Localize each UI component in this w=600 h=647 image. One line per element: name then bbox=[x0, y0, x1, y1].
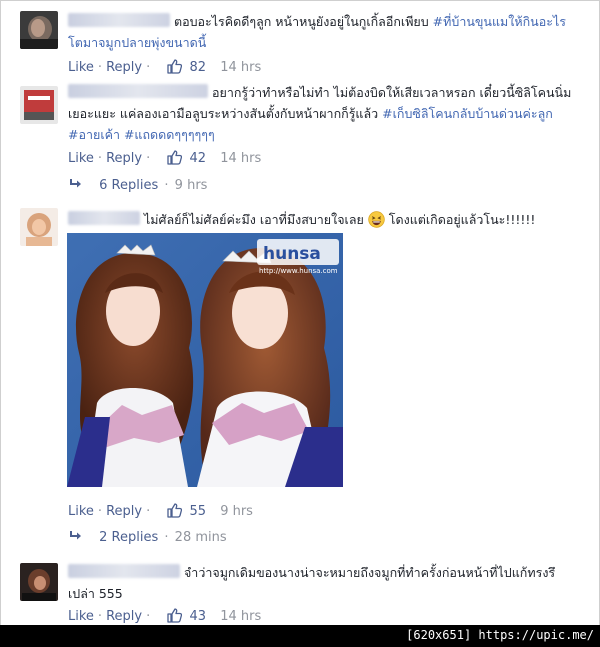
replies-time: 9 hrs bbox=[174, 178, 208, 193]
author-name[interactable] bbox=[68, 13, 170, 27]
comments-panel: ตอบอะไรคิดดีๆลูก หน้าหนูยังอยู่ในกูเกิ้ล… bbox=[0, 0, 600, 627]
thumbs-up-icon[interactable] bbox=[166, 149, 183, 165]
photo-logo: hunsa bbox=[263, 244, 321, 264]
replies-count[interactable]: 6 Replies bbox=[99, 178, 158, 193]
author-name[interactable] bbox=[68, 211, 140, 225]
comment-body: อยากรู้ว่าทำหรือไม่ทำ ไม่ต้องบิดให้เสียเ… bbox=[68, 82, 578, 145]
like-link[interactable]: Like bbox=[68, 151, 94, 166]
image-host-footer: [620x651] https://upic.me/ bbox=[0, 625, 600, 647]
reply-link[interactable]: Reply bbox=[106, 60, 142, 75]
reply-link[interactable]: Reply bbox=[106, 609, 142, 624]
replies-time: 28 mins bbox=[174, 530, 227, 545]
comment-text-after: โดงแต่เกิดอยู่แล้วโนะ!!!!!! bbox=[384, 212, 536, 227]
reply-link[interactable]: Reply bbox=[106, 151, 142, 166]
replies-count[interactable]: 2 Replies bbox=[99, 530, 158, 545]
reply-arrow-icon bbox=[70, 531, 81, 540]
like-link[interactable]: Like bbox=[68, 60, 94, 75]
comment-actions: Like · Reply · 55 9 hrs bbox=[68, 502, 253, 519]
thumbs-up-icon[interactable] bbox=[166, 607, 183, 623]
hunsa-logo: hunsa http://www.hunsa.com bbox=[257, 239, 339, 275]
like-link[interactable]: Like bbox=[68, 504, 94, 519]
avatar[interactable] bbox=[20, 86, 58, 124]
like-count: 55 bbox=[189, 504, 207, 519]
like-count: 43 bbox=[189, 609, 207, 624]
reply-link[interactable]: Reply bbox=[106, 504, 142, 519]
reply-arrow-icon bbox=[70, 179, 81, 188]
grinning-squint-face-icon bbox=[368, 211, 385, 228]
timestamp[interactable]: 14 hrs bbox=[220, 609, 261, 624]
avatar[interactable] bbox=[20, 563, 58, 601]
like-count: 82 bbox=[189, 60, 207, 75]
footer-caption: [620x651] https://upic.me/ bbox=[406, 628, 594, 642]
timestamp[interactable]: 9 hrs bbox=[220, 504, 253, 519]
author-name[interactable] bbox=[68, 564, 180, 578]
thumbs-up-icon[interactable] bbox=[166, 58, 183, 74]
comment-body: จำว่าจมูกเดิมของนางน่าจะหมายถึงจมูกที่ทำ… bbox=[68, 562, 578, 604]
like-count: 42 bbox=[189, 151, 207, 166]
photo-url: http://www.hunsa.com bbox=[259, 267, 338, 275]
avatar[interactable] bbox=[20, 11, 58, 49]
comment-actions: Like · Reply · 43 14 hrs bbox=[68, 607, 262, 624]
comment-body: ตอบอะไรคิดดีๆลูก หน้าหนูยังอยู่ในกูเกิ้ล… bbox=[68, 11, 578, 53]
comment-actions: Like · Reply · 42 14 hrs bbox=[68, 149, 262, 166]
comment-text: ไม่ศัลย์ก็ไม่ศัลย์ค่ะมึง เอาที่มึงสบายใจ… bbox=[143, 212, 364, 227]
like-link[interactable]: Like bbox=[68, 609, 94, 624]
timestamp[interactable]: 14 hrs bbox=[220, 151, 261, 166]
comment-actions: Like · Reply · 82 14 hrs bbox=[68, 58, 262, 75]
timestamp[interactable]: 14 hrs bbox=[220, 60, 261, 75]
view-replies[interactable]: 6 Replies · 9 hrs bbox=[69, 178, 207, 193]
author-name[interactable] bbox=[68, 84, 208, 98]
thumbs-up-icon[interactable] bbox=[166, 502, 183, 518]
view-replies[interactable]: 2 Replies · 28 mins bbox=[69, 530, 227, 545]
comment-body: ไม่ศัลย์ก็ไม่ศัลย์ค่ะมึง เอาที่มึงสบายใจ… bbox=[68, 209, 578, 230]
comment-text: ตอบอะไรคิดดีๆลูก หน้าหนูยังอยู่ในกูเกิ้ล… bbox=[173, 14, 433, 29]
avatar[interactable] bbox=[20, 208, 58, 246]
comment-photo[interactable]: hunsa http://www.hunsa.com bbox=[67, 233, 343, 487]
